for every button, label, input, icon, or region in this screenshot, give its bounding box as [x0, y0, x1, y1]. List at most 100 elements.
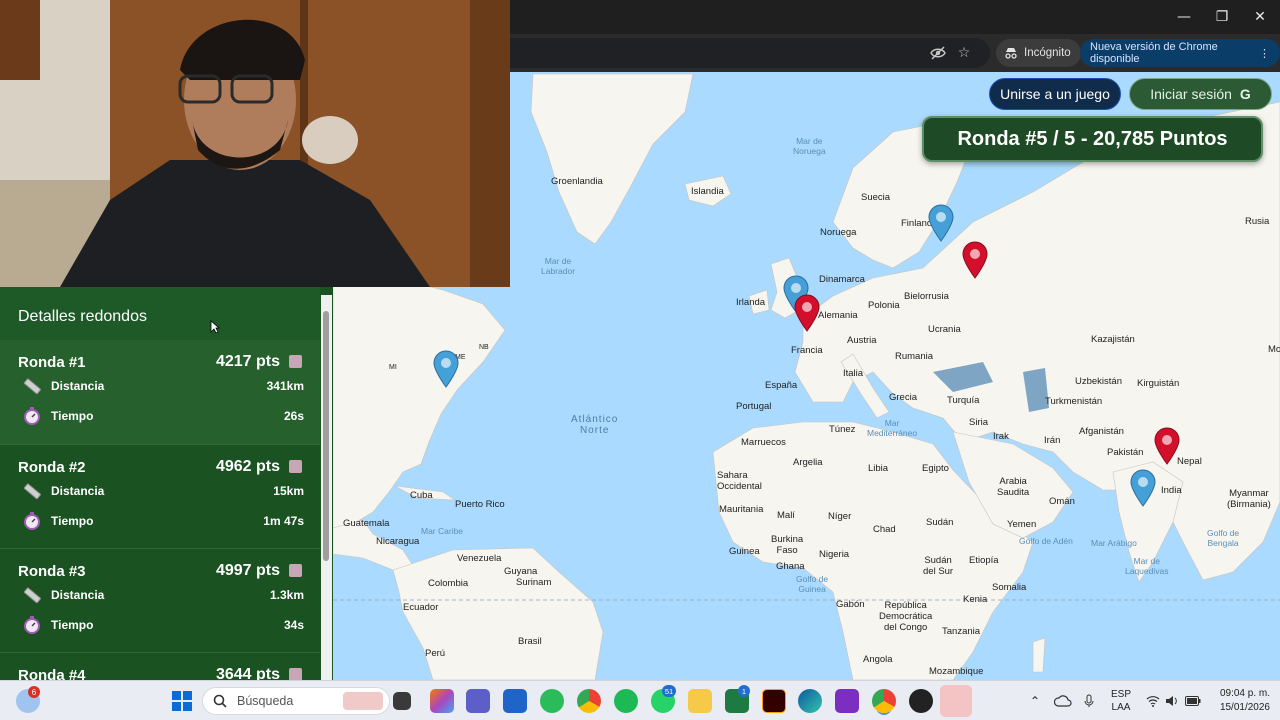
round-card-3[interactable]: Ronda #3 4997 pts Distancia 1.3km Tiempo…: [0, 548, 320, 652]
label-ukraine: Ucrania: [928, 324, 961, 335]
guess-pin-icon[interactable]: [433, 350, 459, 388]
distance-value: 341km: [266, 379, 304, 393]
label-angola: Angola: [863, 654, 893, 665]
label-mongolia: Mo: [1268, 344, 1280, 355]
label-cuba: Cuba: [410, 490, 433, 501]
distance-label: Distancia: [51, 484, 105, 498]
label-pakistan: Pakistán: [1107, 447, 1144, 458]
battery-icon[interactable]: [1183, 681, 1203, 720]
label-western-sahara: Sahara Occidental: [717, 470, 762, 492]
round-card-1[interactable]: Ronda #1 4217 pts Distancia 341km Tiempo…: [0, 340, 320, 444]
file-explorer-icon[interactable]: [688, 689, 712, 713]
onedrive-icon[interactable]: [1052, 681, 1074, 720]
teams-icon[interactable]: [466, 689, 490, 713]
update-label: Nueva versión de Chrome disponible: [1090, 41, 1218, 65]
round-score-banner: Ronda #5 / 5 - 20,785 Puntos: [922, 116, 1263, 162]
media-app-icon[interactable]: [835, 689, 859, 713]
flag-icon: [289, 355, 302, 368]
answer-pin-icon[interactable]: [962, 241, 988, 279]
label-chad: Chad: [873, 524, 896, 535]
store-icon[interactable]: [503, 689, 527, 713]
label-poland: Polonia: [868, 300, 900, 311]
label-kenya: Kenia: [963, 594, 988, 605]
label-kyrgyzstan: Kirguistán: [1137, 378, 1180, 389]
label-afghanistan: Afganistán: [1079, 426, 1124, 437]
guess-pin-icon[interactable]: [928, 204, 954, 242]
label-turkmenistan: Turkmenistán: [1045, 396, 1103, 407]
label-turkey: Turquía: [947, 395, 980, 406]
edge-icon[interactable]: [798, 689, 822, 713]
address-bar[interactable]: [500, 38, 990, 68]
round-details-panel: Detalles redondos Ronda #1 4217 pts Dist…: [0, 287, 333, 680]
join-game-button[interactable]: Unirse a un juego: [989, 78, 1121, 110]
wifi-icon[interactable]: [1144, 681, 1162, 720]
taskbar-search[interactable]: Búsqueda: [202, 687, 390, 715]
round-title: Ronda #1: [18, 354, 86, 371]
distance-label: Distancia: [51, 588, 105, 602]
incognito-icon: [1005, 48, 1017, 59]
copilot-icon[interactable]: [430, 689, 454, 713]
label-romania: Rumania: [895, 351, 934, 362]
login-button[interactable]: Iniciar sesión G: [1129, 78, 1272, 110]
label-libya: Libia: [868, 463, 889, 474]
label-portugal: Portugal: [736, 401, 772, 412]
answer-pin-icon[interactable]: [1154, 427, 1180, 465]
chrome-active-icon[interactable]: [872, 689, 896, 713]
excel-badge: 1: [738, 685, 750, 697]
label-greenland: Groenlandia: [551, 176, 603, 187]
more-menu-icon[interactable]: ⋮: [1259, 47, 1270, 60]
windows-start-icon[interactable]: [170, 689, 194, 713]
label-france: Francia: [791, 345, 823, 356]
answer-pin-icon[interactable]: [794, 294, 820, 332]
ruler-icon: [23, 587, 41, 604]
label-guyana: Guyana: [504, 566, 538, 577]
label-guatemala: Guatemala: [343, 518, 390, 529]
mouse-cursor-icon: [210, 320, 220, 334]
panel-title: Detalles redondos: [0, 287, 320, 340]
label-ecuador: Ecuador: [403, 602, 439, 613]
chrome-update-button[interactable]: Nueva versión de Chrome disponible ⋮: [1080, 39, 1280, 67]
label-mi: MI: [389, 364, 397, 371]
panel-scrollbar[interactable]: [321, 295, 332, 680]
round-title: Ronda #3: [18, 563, 86, 580]
label-peru: Perú: [425, 648, 446, 659]
chrome-icon[interactable]: [577, 689, 601, 713]
label-north-atlantic: Atlántico Norte: [571, 414, 619, 436]
stopwatch-icon: [24, 407, 40, 425]
restore-button[interactable]: ❐: [1203, 0, 1241, 34]
minimize-button[interactable]: —: [1165, 0, 1203, 34]
illustrator-icon[interactable]: [762, 689, 786, 713]
guess-pin-icon[interactable]: [1130, 469, 1156, 507]
active-app-icon[interactable]: [940, 685, 972, 717]
label-iraq: Irak: [993, 431, 1009, 442]
obs-icon[interactable]: [909, 689, 933, 713]
spotify-icon[interactable]: [614, 689, 638, 713]
round-card-2[interactable]: Ronda #2 4962 pts Distancia 15km Tiempo …: [0, 444, 320, 548]
label-algeria: Argelia: [793, 457, 823, 468]
label-bay-bengal: Golfo de Bengala: [1207, 528, 1240, 548]
label-somalia: Somalia: [992, 582, 1027, 593]
clock-date: 15/01/2026: [1219, 702, 1270, 713]
label-sudan: Sudán: [926, 517, 954, 528]
label-iceland: Islandia: [691, 186, 724, 197]
eye-slash-icon[interactable]: [927, 42, 949, 64]
tray-expand-icon[interactable]: ⌃: [1026, 681, 1044, 720]
money-app-icon[interactable]: [540, 689, 564, 713]
volume-icon[interactable]: [1163, 681, 1181, 720]
label-niger: Níger: [828, 511, 852, 522]
round-card-4[interactable]: Ronda #4 3644 pts: [0, 652, 320, 680]
ruler-icon: [23, 378, 41, 395]
time-label: Tiempo: [51, 409, 94, 423]
task-view-icon[interactable]: [393, 692, 411, 710]
scrollbar-thumb[interactable]: [323, 311, 329, 561]
close-button[interactable]: ✕: [1241, 0, 1279, 34]
clock[interactable]: 09:04 p. m. 15/01/2026: [1208, 681, 1270, 720]
label-ireland: Irlanda: [736, 297, 766, 308]
label-nicaragua: Nicaragua: [376, 536, 420, 547]
label-burkina-faso: Burkina Faso: [771, 534, 804, 556]
round-points: 4217 pts: [215, 353, 280, 370]
incognito-badge[interactable]: Incógnito: [996, 39, 1081, 67]
microphone-icon[interactable]: [1080, 681, 1098, 720]
language-indicator[interactable]: ESP LAA: [1106, 681, 1136, 720]
bookmark-star-icon[interactable]: ☆: [953, 42, 975, 64]
